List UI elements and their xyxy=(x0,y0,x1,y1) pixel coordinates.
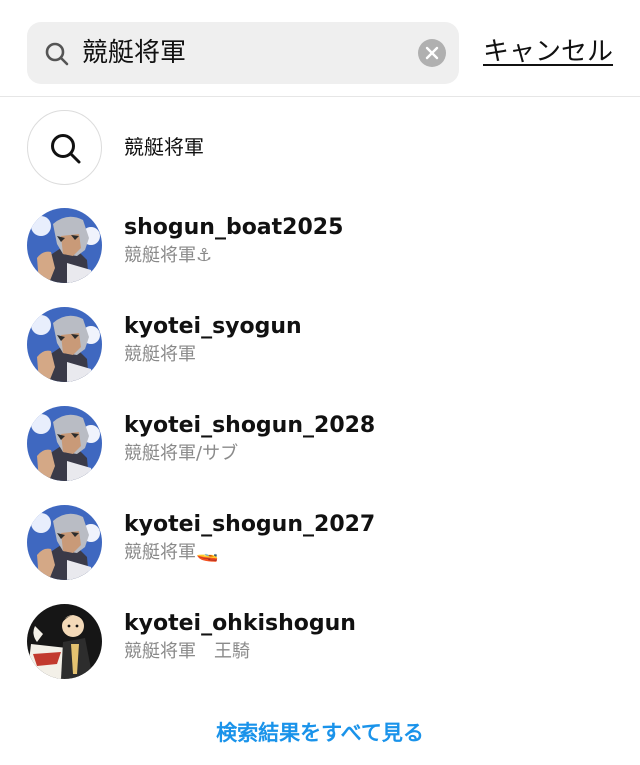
result-fullname: 競艇将軍 王騎 xyxy=(124,641,250,662)
result-fullname: 競艇将軍 xyxy=(124,344,196,365)
avatar xyxy=(27,505,102,580)
keyword-suggestion[interactable]: 競艇将軍 xyxy=(0,104,640,188)
search-field[interactable]: 競艇将軍 xyxy=(27,22,459,84)
keyword-search-badge xyxy=(27,110,102,185)
result-fullname: 競艇将軍🚤 xyxy=(124,542,219,563)
list-item[interactable]: kyotei_ohkishogun 競艇将軍 王騎 xyxy=(0,598,640,688)
result-username: kyotei_shogun_2028 xyxy=(124,413,376,438)
avatar xyxy=(27,604,102,679)
close-icon xyxy=(425,46,439,60)
search-header: 競艇将軍 キャンセル xyxy=(0,0,640,97)
result-username: shogun_boat2025 xyxy=(124,215,344,240)
clear-search-button[interactable] xyxy=(418,39,446,67)
search-icon xyxy=(45,42,69,66)
result-username: kyotei_syogun xyxy=(124,314,302,339)
list-item[interactable]: kyotei_shogun_2027 競艇将軍🚤 xyxy=(0,499,640,589)
avatar xyxy=(27,208,102,283)
result-username: kyotei_shogun_2027 xyxy=(124,512,376,537)
result-username: kyotei_ohkishogun xyxy=(124,611,356,636)
keyword-suggestion-text: 競艇将軍 xyxy=(124,135,204,159)
cancel-button[interactable]: キャンセル xyxy=(483,34,613,70)
result-fullname: 競艇将軍/サブ xyxy=(124,443,239,464)
search-input[interactable]: 競艇将軍 xyxy=(82,37,186,69)
list-item[interactable]: kyotei_syogun 競艇将軍 xyxy=(0,301,640,391)
list-item[interactable]: kyotei_shogun_2028 競艇将軍/サブ xyxy=(0,400,640,490)
result-fullname: 競艇将軍⚓ xyxy=(124,245,213,266)
see-all-results-link[interactable]: 検索結果をすべて見る xyxy=(0,718,640,748)
list-item[interactable]: shogun_boat2025 競艇将軍⚓ xyxy=(0,202,640,292)
avatar xyxy=(27,406,102,481)
avatar xyxy=(27,307,102,382)
search-icon xyxy=(51,134,81,164)
